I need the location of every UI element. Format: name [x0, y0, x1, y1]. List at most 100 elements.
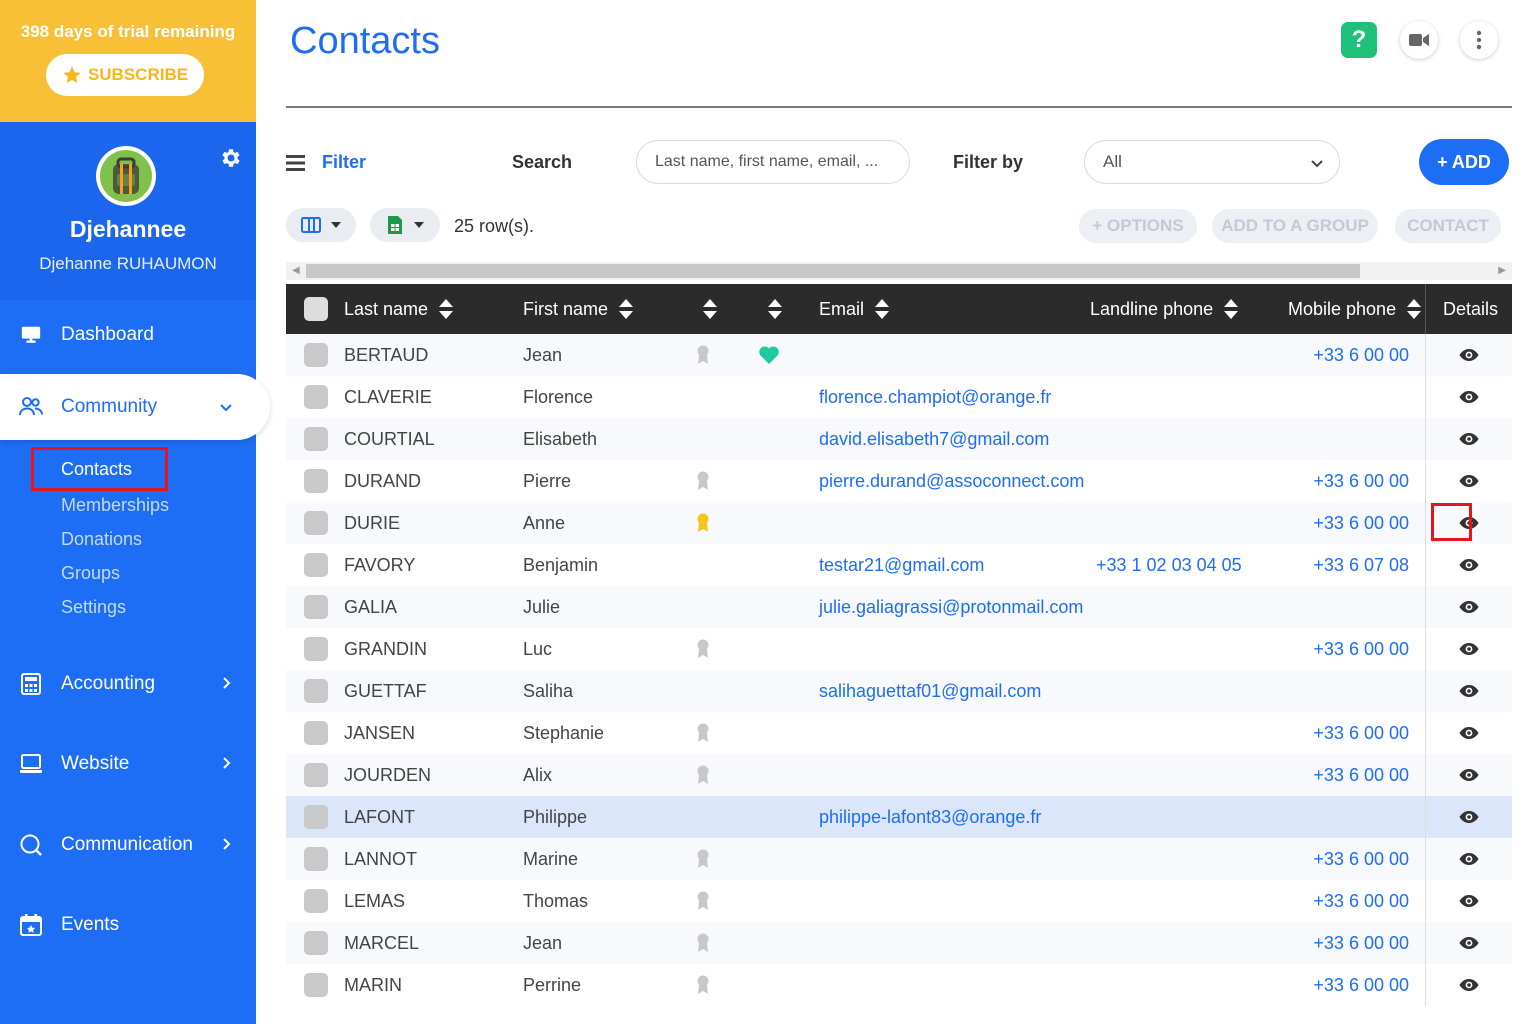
table-row[interactable]: GALIA Julie julie.galiagrassi@protonmail.c…: [286, 586, 1512, 628]
cell-landline[interactable]: +33 1 02 03 04 05: [1096, 544, 1242, 586]
nav-accounting[interactable]: Accounting: [0, 658, 256, 710]
table-row[interactable]: DURIE Anne +33 6 00 00: [286, 502, 1512, 544]
cell-mobile[interactable]: +33 6 00 00: [1313, 754, 1409, 796]
row-checkbox[interactable]: [304, 796, 328, 838]
add-to-group-button[interactable]: ADD TO A GROUP: [1212, 209, 1378, 243]
table-row[interactable]: LEMAS Thomas +33 6 00 00: [286, 880, 1512, 922]
table-row[interactable]: FAVORY Benjamin testar21@gmail.com +33 1 02…: [286, 544, 1512, 586]
columns-picker-button[interactable]: [286, 208, 356, 242]
column-email[interactable]: Email: [819, 284, 890, 334]
eye-icon[interactable]: [1425, 670, 1512, 712]
contact-button[interactable]: CONTACT: [1395, 209, 1501, 243]
eye-icon[interactable]: [1425, 544, 1512, 586]
checkbox[interactable]: [304, 385, 328, 409]
column-favorite[interactable]: [767, 284, 783, 334]
table-row[interactable]: MARIN Perrine +33 6 00 00: [286, 964, 1512, 1006]
table-row[interactable]: LANNOT Marine +33 6 00 00: [286, 838, 1512, 880]
sort-icon[interactable]: [1223, 298, 1239, 320]
row-checkbox[interactable]: [304, 964, 328, 1006]
sort-icon[interactable]: [438, 298, 454, 320]
eye-icon[interactable]: [1425, 418, 1512, 460]
search-input[interactable]: [636, 140, 910, 184]
eye-icon[interactable]: [1425, 376, 1512, 418]
checkbox[interactable]: [304, 297, 328, 321]
add-button[interactable]: + ADD: [1419, 139, 1509, 185]
horizontal-scrollbar[interactable]: ◀ ▶: [286, 262, 1512, 280]
checkbox[interactable]: [304, 511, 328, 535]
eye-icon[interactable]: [1425, 460, 1512, 502]
cell-email[interactable]: florence.champiot@orange.fr: [819, 376, 1051, 418]
row-checkbox[interactable]: [304, 544, 328, 586]
checkbox[interactable]: [304, 721, 328, 745]
table-row[interactable]: BERTAUD Jean +33 6 00 00: [286, 334, 1512, 376]
cell-mobile[interactable]: +33 6 00 00: [1313, 880, 1409, 922]
eye-icon[interactable]: [1425, 628, 1512, 670]
cell-email[interactable]: david.elisabeth7@gmail.com: [819, 418, 1049, 460]
table-row[interactable]: COURTIAL Elisabeth david.elisabeth7@gmail.…: [286, 418, 1512, 460]
cell-mobile[interactable]: +33 6 00 00: [1313, 460, 1409, 502]
checkbox[interactable]: [304, 553, 328, 577]
cell-email[interactable]: julie.galiagrassi@protonmail.com: [819, 586, 1083, 628]
row-checkbox[interactable]: [304, 670, 328, 712]
row-checkbox[interactable]: [304, 418, 328, 460]
column-first-name[interactable]: First name: [523, 284, 634, 334]
cell-mobile[interactable]: +33 6 00 00: [1313, 838, 1409, 880]
checkbox[interactable]: [304, 889, 328, 913]
sort-icon[interactable]: [1406, 298, 1422, 320]
row-checkbox[interactable]: [304, 460, 328, 502]
eye-icon[interactable]: [1425, 586, 1512, 628]
table-row[interactable]: JANSEN Stephanie +33 6 00 00: [286, 712, 1512, 754]
column-mobile[interactable]: Mobile phone: [1288, 284, 1422, 334]
cell-email[interactable]: testar21@gmail.com: [819, 544, 984, 586]
table-row[interactable]: LAFONT Philippe philippe-lafont83@orange.f…: [286, 796, 1512, 838]
gear-icon[interactable]: [218, 146, 242, 170]
checkbox[interactable]: [304, 805, 328, 829]
table-row[interactable]: CLAVERIE Florence florence.champiot@orange…: [286, 376, 1512, 418]
scrollbar-thumb[interactable]: [306, 264, 1360, 278]
export-button[interactable]: [370, 208, 440, 242]
eye-icon[interactable]: [1425, 334, 1512, 376]
cell-mobile[interactable]: +33 6 00 00: [1313, 334, 1409, 376]
row-checkbox[interactable]: [304, 334, 328, 376]
row-checkbox[interactable]: [304, 712, 328, 754]
select-all-checkbox[interactable]: [304, 284, 328, 334]
row-checkbox[interactable]: [304, 628, 328, 670]
table-row[interactable]: GRANDIN Luc +33 6 00 00: [286, 628, 1512, 670]
cell-mobile[interactable]: +33 6 00 00: [1313, 712, 1409, 754]
cell-mobile[interactable]: +33 6 07 08: [1313, 544, 1409, 586]
checkbox[interactable]: [304, 595, 328, 619]
table-row[interactable]: GUETTAF Saliha salihaguettaf01@gmail.com: [286, 670, 1512, 712]
eye-icon[interactable]: [1425, 838, 1512, 880]
checkbox[interactable]: [304, 469, 328, 493]
avatar[interactable]: [96, 146, 156, 206]
cell-mobile[interactable]: +33 6 00 00: [1313, 628, 1409, 670]
column-landline[interactable]: Landline phone: [1090, 284, 1239, 334]
checkbox[interactable]: [304, 847, 328, 871]
row-checkbox[interactable]: [304, 376, 328, 418]
subscribe-button[interactable]: SUBSCRIBE: [46, 54, 204, 96]
filter-by-select[interactable]: All: [1084, 140, 1340, 184]
eye-icon[interactable]: [1425, 712, 1512, 754]
more-options-button[interactable]: [1460, 21, 1498, 59]
checkbox[interactable]: [304, 763, 328, 787]
column-last-name[interactable]: Last name: [344, 284, 454, 334]
row-checkbox[interactable]: [304, 880, 328, 922]
heart-icon[interactable]: [758, 334, 780, 376]
options-button[interactable]: + OPTIONS: [1079, 209, 1197, 243]
nav-events[interactable]: Events: [0, 899, 256, 951]
nav-communication[interactable]: Communication: [0, 819, 256, 871]
cell-mobile[interactable]: +33 6 00 00: [1313, 502, 1409, 544]
help-button[interactable]: ?: [1341, 22, 1377, 58]
checkbox[interactable]: [304, 637, 328, 661]
nav-website[interactable]: Website: [0, 738, 256, 790]
video-button[interactable]: [1400, 21, 1438, 59]
table-row[interactable]: JOURDEN Alix +33 6 00 00: [286, 754, 1512, 796]
filter-button[interactable]: Filter: [286, 152, 366, 173]
row-checkbox[interactable]: [304, 922, 328, 964]
eye-icon[interactable]: [1425, 880, 1512, 922]
eye-icon[interactable]: [1425, 922, 1512, 964]
sort-icon[interactable]: [874, 298, 890, 320]
row-checkbox[interactable]: [304, 586, 328, 628]
checkbox[interactable]: [304, 343, 328, 367]
sort-icon[interactable]: [618, 298, 634, 320]
